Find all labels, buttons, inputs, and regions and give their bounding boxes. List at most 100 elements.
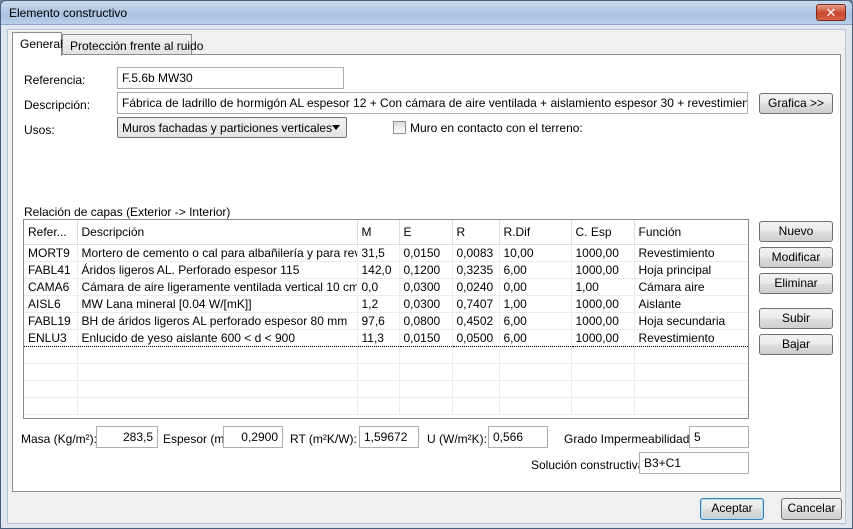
capas-section-label: Relación de capas (Exterior -> Interior) xyxy=(24,205,231,219)
cell-e: 0,0150 xyxy=(399,328,453,347)
terreno-label: Muro en contacto con el terreno: xyxy=(410,121,583,135)
cell-r: 0,7407 xyxy=(452,295,500,313)
cell-funcion: Hoja secundaria xyxy=(634,312,748,330)
tab-panel-general: Referencia: F.5.6b MW30 Descripción: Fáb… xyxy=(12,54,841,492)
cell-referencia: FABL41 xyxy=(24,261,78,279)
cell-m: 97,6 xyxy=(357,312,400,330)
tab-proteccion-ruido[interactable]: Protección frente al ruido xyxy=(62,34,203,54)
tab-general[interactable]: General xyxy=(12,32,63,56)
column-header-r[interactable]: R xyxy=(452,220,500,245)
cell-m: 31,5 xyxy=(357,244,400,262)
u-label: U (W/m²K): xyxy=(427,432,487,446)
table-row-empty xyxy=(24,397,748,415)
close-button[interactable]: ✕ xyxy=(816,4,846,21)
cell-r: 0,4502 xyxy=(452,312,500,330)
cell-funcion: Revestimiento xyxy=(634,328,748,347)
terreno-checkbox[interactable] xyxy=(393,121,406,134)
table-row[interactable]: FABL19 BH de áridos ligeros AL perforado… xyxy=(24,312,748,330)
u-field[interactable]: 0,566 xyxy=(488,426,548,448)
cell-rdif: 6,00 xyxy=(499,328,572,347)
descripcion-input[interactable]: Fábrica de ladrillo de hormigón AL espes… xyxy=(117,92,748,114)
eliminar-button[interactable]: Eliminar xyxy=(759,273,833,294)
client-area: General Protección frente al ruido Refer… xyxy=(7,29,846,524)
cell-cesp: 1000,00 xyxy=(571,261,635,279)
cell-cesp: 1000,00 xyxy=(571,328,635,347)
cell-m: 142,0 xyxy=(357,261,400,279)
descripcion-label: Descripción: xyxy=(24,98,91,112)
cell-m: 1,2 xyxy=(357,295,400,313)
cell-e: 0,1200 xyxy=(399,261,453,279)
cell-rdif: 10,00 xyxy=(499,244,572,262)
cell-rdif: 6,00 xyxy=(499,312,572,330)
cell-e: 0,0150 xyxy=(399,244,453,262)
usos-label: Usos: xyxy=(24,123,55,137)
table-row[interactable]: CAMA6 Cámara de aire ligeramente ventila… xyxy=(24,278,748,296)
cell-cesp: 1000,00 xyxy=(571,312,635,330)
cell-funcion: Revestimiento xyxy=(634,244,748,262)
masa-label: Masa (Kg/m²): xyxy=(21,432,98,446)
espesor-field[interactable]: 0,2900 xyxy=(223,426,283,448)
espesor-label: Espesor (m): xyxy=(163,432,232,446)
cell-referencia: ENLU3 xyxy=(24,328,78,347)
table-row[interactable]: ENLU3 Enlucido de yeso aislante 600 < d … xyxy=(24,328,748,347)
modificar-button[interactable]: Modificar xyxy=(759,247,833,268)
cell-descripcion: MW Lana mineral [0.04 W/[mK]] xyxy=(77,295,358,313)
referencia-input[interactable]: F.5.6b MW30 xyxy=(117,67,344,89)
column-header-funcion[interactable]: Función xyxy=(634,220,748,245)
grafica-button[interactable]: Grafica >> xyxy=(759,93,833,114)
column-header-e[interactable]: E xyxy=(399,220,453,245)
nuevo-button[interactable]: Nuevo xyxy=(759,221,833,242)
cell-cesp: 1000,00 xyxy=(571,244,635,262)
usos-selected-value: Muros fachadas y particiones verticales xyxy=(122,121,333,135)
bajar-button[interactable]: Bajar xyxy=(759,334,833,355)
cell-descripcion: Áridos ligeros AL. Perforado espesor 115 xyxy=(77,261,358,279)
table-row-empty xyxy=(24,363,748,381)
solucion-field[interactable]: B3+C1 xyxy=(639,452,749,474)
cell-referencia: FABL19 xyxy=(24,312,78,330)
column-header-cesp[interactable]: C. Esp xyxy=(571,220,635,245)
cell-e: 0,0800 xyxy=(399,312,453,330)
table-row[interactable]: MORT9 Mortero de cemento o cal para alba… xyxy=(24,244,748,262)
aceptar-button[interactable]: Aceptar xyxy=(700,498,764,520)
cell-funcion: Cámara aire xyxy=(634,278,748,296)
column-header-m[interactable]: M xyxy=(357,220,400,245)
table-row-empty xyxy=(24,380,748,398)
cell-e: 0,0300 xyxy=(399,295,453,313)
cell-r: 0,0083 xyxy=(452,244,500,262)
subir-button[interactable]: Subir xyxy=(759,308,833,329)
dialog-window: Elemento constructivo ✕ General Protecci… xyxy=(0,0,853,529)
referencia-label: Referencia: xyxy=(24,73,86,87)
cell-referencia: MORT9 xyxy=(24,244,78,262)
column-header-rdif[interactable]: R.Dif xyxy=(499,220,572,245)
title-bar: Elemento constructivo ✕ xyxy=(1,1,852,25)
grado-field[interactable]: 5 xyxy=(689,426,749,448)
cell-funcion: Hoja principal xyxy=(634,261,748,279)
rt-field[interactable]: 1,59672 xyxy=(359,426,419,448)
cell-r: 0,0240 xyxy=(452,278,500,296)
table-header-row: Refer... Descripción M E R R.Dif C. Esp … xyxy=(24,220,748,245)
cell-rdif: 6,00 xyxy=(499,261,572,279)
chevron-down-icon xyxy=(332,125,340,130)
cell-descripcion: Enlucido de yeso aislante 600 < d < 900 xyxy=(77,328,358,347)
cell-m: 11,3 xyxy=(357,328,400,347)
cell-e: 0,0300 xyxy=(399,278,453,296)
cell-referencia: AISL6 xyxy=(24,295,78,313)
cell-funcion: Aislante xyxy=(634,295,748,313)
layers-table[interactable]: Refer... Descripción M E R R.Dif C. Esp … xyxy=(23,219,749,419)
cell-cesp: 1,00 xyxy=(571,278,635,296)
cell-rdif: 1,00 xyxy=(499,295,572,313)
cell-descripcion: BH de áridos ligeros AL perforado espeso… xyxy=(77,312,358,330)
column-header-descripcion[interactable]: Descripción xyxy=(77,220,358,245)
cell-cesp: 1000,00 xyxy=(571,295,635,313)
window-title: Elemento constructivo xyxy=(9,6,128,20)
masa-field[interactable]: 283,5 xyxy=(96,426,158,448)
table-row[interactable]: FABL41 Áridos ligeros AL. Perforado espe… xyxy=(24,261,748,279)
cell-rdif: 0,00 xyxy=(499,278,572,296)
cell-descripcion: Cámara de aire ligeramente ventilada ver… xyxy=(77,278,358,296)
table-row[interactable]: AISL6 MW Lana mineral [0.04 W/[mK]] 1,2 … xyxy=(24,295,748,313)
table-row-empty xyxy=(24,346,748,364)
cell-descripcion: Mortero de cemento o cal para albañilerí… xyxy=(77,244,358,262)
usos-select[interactable]: Muros fachadas y particiones verticales xyxy=(117,117,347,138)
column-header-referencia[interactable]: Refer... xyxy=(24,220,78,245)
cancelar-button[interactable]: Cancelar xyxy=(781,498,842,520)
